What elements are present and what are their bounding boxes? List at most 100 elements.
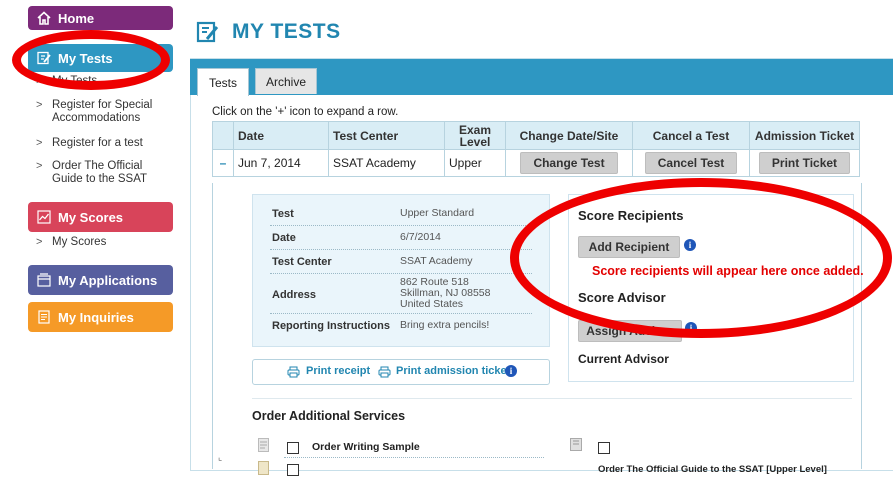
- sidebar-item-my-tests-partial[interactable]: > My Tests: [36, 75, 176, 85]
- nav-my-scores-label: My Scores: [58, 209, 124, 225]
- tab-archive[interactable]: Archive: [255, 68, 317, 94]
- caret-right-icon: >: [36, 137, 43, 149]
- info-icon[interactable]: i: [685, 322, 697, 334]
- detail-value: SSAT Academy: [400, 255, 473, 267]
- address-line: United States: [400, 298, 464, 310]
- nav-my-inquiries[interactable]: My Inquiries: [28, 302, 173, 332]
- recipients-empty-message: Score recipients will appear here once a…: [592, 264, 864, 278]
- collapse-toggle[interactable]: –: [212, 149, 234, 177]
- divider: [252, 398, 852, 399]
- edit-document-icon: [36, 50, 52, 66]
- detail-value: Bring extra pencils!: [400, 319, 490, 331]
- detail-value: Upper Standard: [400, 207, 475, 219]
- inquiries-icon: [36, 309, 52, 325]
- nav-my-inquiries-label: My Inquiries: [58, 309, 134, 325]
- sidebar-item-my-scores[interactable]: > My Scores: [36, 236, 176, 249]
- cancel-cell: Cancel Test: [632, 149, 750, 177]
- caret-right-icon: >: [36, 160, 43, 172]
- score-recipients-title: Score Recipients: [578, 208, 684, 223]
- sidebar-item-label: My Scores: [52, 236, 107, 248]
- service-checkbox[interactable]: [287, 464, 299, 476]
- detail-row-address: Address 862 Route 518 Skillman, NJ 08558…: [270, 277, 532, 314]
- detail-value: 862 Route 518 Skillman, NJ 08558 United …: [400, 277, 490, 310]
- caret-right-icon: >: [36, 236, 43, 248]
- writing-sample-label: Order Writing Sample: [312, 441, 420, 453]
- writing-sample-checkbox[interactable]: [287, 442, 299, 454]
- test-date: Jun 7, 2014: [233, 149, 329, 177]
- sidebar-item-order-guide[interactable]: > Order The Official Guide to the SSAT: [36, 160, 176, 186]
- nav-my-tests[interactable]: My Tests: [28, 44, 173, 72]
- detail-label: Date: [272, 232, 296, 244]
- detail-label: Test Center: [272, 256, 332, 268]
- printer-icon: [378, 366, 391, 381]
- nav-my-tests-label: My Tests: [58, 50, 113, 66]
- sidebar-item-special-accommodations[interactable]: > Register for Special Accommodations: [36, 99, 176, 125]
- table-header-row: Date Test Center Exam Level Change Date/…: [212, 121, 860, 150]
- sidebar-item-register-test[interactable]: > Register for a test: [36, 137, 176, 150]
- detail-label: Reporting Instructions: [272, 320, 390, 332]
- sidebar-item-label: My Tests: [52, 75, 98, 85]
- detail-row-test: Test Upper Standard: [270, 208, 532, 226]
- print-links: Print receipt Print admission ticket i: [252, 359, 550, 385]
- order-services-title: Order Additional Services: [252, 409, 406, 423]
- score-advisor-title: Score Advisor: [578, 290, 666, 305]
- sidebar: Home My Tests > My Tests > Register for …: [0, 0, 178, 469]
- detail-row-center: Test Center SSAT Academy: [270, 256, 532, 274]
- chart-icon: [36, 209, 52, 225]
- document-icon: [258, 461, 269, 480]
- document-icon: [258, 438, 269, 457]
- column-header: Admission Ticket: [749, 121, 860, 150]
- change-cell: Change Test: [505, 149, 633, 177]
- nav-my-applications-label: My Applications: [58, 272, 158, 288]
- column-header: Test Center: [328, 121, 445, 150]
- column-header: Change Date/Site: [505, 121, 633, 150]
- page-title: MY TESTS: [232, 20, 341, 43]
- current-advisor-label: Current Advisor: [578, 352, 669, 366]
- tests-table: Date Test Center Exam Level Change Date/…: [212, 121, 860, 177]
- change-test-button[interactable]: Change Test: [520, 152, 618, 174]
- nav-my-applications[interactable]: My Applications: [28, 265, 173, 295]
- guide-label: Order The Official Guide to the SSAT [Up…: [598, 464, 827, 475]
- tab-label: Tests: [208, 75, 237, 90]
- column-header: Cancel a Test: [632, 121, 750, 150]
- ticket-cell: Print Ticket: [749, 149, 860, 177]
- detail-label: Test: [272, 208, 294, 220]
- test-center: SSAT Academy: [328, 149, 445, 177]
- detail-row-date: Date 6/7/2014: [270, 232, 532, 250]
- column-header: Date: [233, 121, 329, 150]
- print-receipt-link[interactable]: Print receipt: [306, 365, 370, 377]
- info-icon[interactable]: i: [684, 239, 696, 251]
- assign-advisor-button[interactable]: Assign Advisor: [578, 320, 682, 342]
- table-row: – Jun 7, 2014 SSAT Academy Upper Change …: [212, 149, 860, 177]
- book-icon: [570, 438, 582, 456]
- cancel-test-button[interactable]: Cancel Test: [644, 152, 738, 174]
- detail-label: Address: [272, 289, 317, 301]
- add-recipient-button[interactable]: Add Recipient: [578, 236, 680, 258]
- info-icon[interactable]: i: [505, 365, 517, 377]
- row-divider: [284, 457, 544, 458]
- printer-icon: [287, 366, 300, 381]
- home-icon: [36, 10, 52, 26]
- caret-right-icon: >: [36, 75, 43, 85]
- column-header: Exam Level: [444, 121, 506, 150]
- sidebar-item-label: Register for a test: [52, 137, 143, 149]
- print-ticket-button[interactable]: Print Ticket: [758, 152, 851, 174]
- tab-label: Archive: [265, 74, 306, 89]
- detail-row-instructions: Reporting Instructions Bring extra penci…: [270, 320, 532, 335]
- expand-corner-icon: ⌞: [218, 452, 223, 462]
- nav-home[interactable]: Home: [28, 6, 173, 30]
- edit-document-icon: [196, 20, 220, 49]
- sidebar-item-label: Order The Official Guide to the SSAT: [52, 160, 148, 185]
- expand-hint: Click on the '+' icon to expand a row.: [212, 106, 399, 118]
- sidebar-item-label: Register for Special Accommodations: [52, 99, 153, 124]
- nav-home-label: Home: [58, 10, 95, 26]
- print-admission-ticket-link[interactable]: Print admission ticket: [396, 365, 510, 377]
- guide-checkbox[interactable]: [598, 442, 610, 454]
- toggle-column-header: [212, 121, 234, 150]
- exam-level: Upper: [444, 149, 506, 177]
- applications-icon: [36, 272, 52, 288]
- nav-my-scores[interactable]: My Scores: [28, 202, 173, 232]
- detail-value: 6/7/2014: [400, 231, 441, 243]
- caret-right-icon: >: [36, 99, 43, 111]
- tab-tests[interactable]: Tests: [197, 68, 249, 96]
